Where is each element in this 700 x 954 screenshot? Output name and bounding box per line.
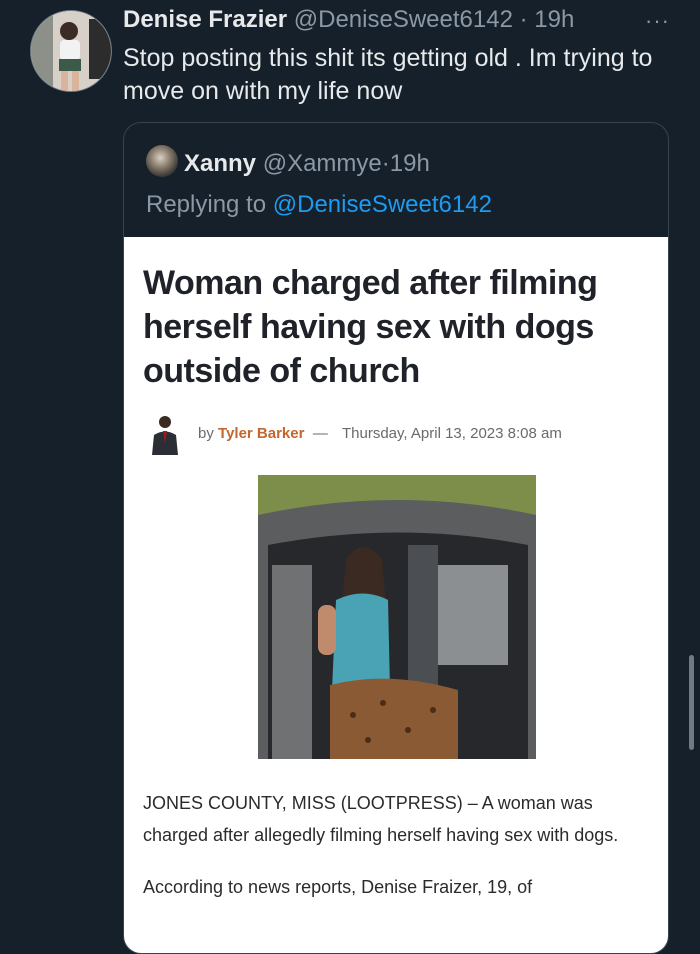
replying-handle-link[interactable]: @DeniseSweet6142 (273, 191, 492, 218)
scrollbar-thumb[interactable] (689, 655, 694, 750)
timestamp[interactable]: 19h (534, 6, 574, 33)
profile-avatar[interactable] (30, 10, 112, 92)
quoted-author-handle[interactable]: @Xammye (263, 150, 382, 177)
article-screenshot[interactable]: Woman charged after filming herself havi… (124, 237, 668, 953)
replying-to: Replying to @DeniseSweet6142 (146, 191, 492, 219)
quoted-author-name[interactable]: Xanny (184, 150, 256, 177)
article-date: Thursday, April 13, 2023 8:08 am (341, 425, 562, 442)
author-handle[interactable]: @DeniseSweet6142 (294, 6, 513, 33)
article-photo (258, 475, 536, 759)
separator-dot: · (519, 6, 528, 33)
article-author[interactable]: Tyler Barker (218, 425, 304, 442)
profile-photo (31, 11, 111, 91)
byline-dash: — (312, 425, 328, 442)
tweet-page: Denise Frazier @DeniseSweet6142 · 19h ··… (0, 0, 700, 954)
quoted-timestamp[interactable]: 19h (390, 150, 430, 177)
tweet-text: Stop posting this shit its getting old .… (123, 44, 653, 105)
quoted-tweet-header: Xanny @Xammye·19h (146, 145, 430, 179)
article-paragraph-1: JONES COUNTY, MISS (LOOTPRESS) – A woman… (143, 793, 619, 845)
author-name[interactable]: Denise Frazier (123, 6, 287, 33)
more-horizontal-icon[interactable]: ··· (645, 8, 670, 34)
article-byline: by Tyler Barker — Thursday, April 13, 20… (148, 413, 648, 455)
article-body: JONES COUNTY, MISS (LOOTPRESS) – A woman… (143, 787, 643, 923)
separator-dot: · (381, 150, 390, 177)
author-photo (152, 416, 178, 455)
replying-label: Replying to (146, 191, 267, 218)
quoted-avatar[interactable] (146, 145, 178, 177)
article-paragraph-2: According to news reports, Denise Fraize… (143, 877, 533, 897)
article-headline: Woman charged after filming herself havi… (143, 264, 598, 390)
quoted-tweet-card[interactable]: Xanny @Xammye·19h Replying to @DeniseSwe… (123, 122, 669, 954)
by-label: by (198, 425, 214, 442)
car-photo (258, 475, 536, 759)
tweet-header: Denise Frazier @DeniseSweet6142 · 19h ··… (123, 6, 670, 40)
